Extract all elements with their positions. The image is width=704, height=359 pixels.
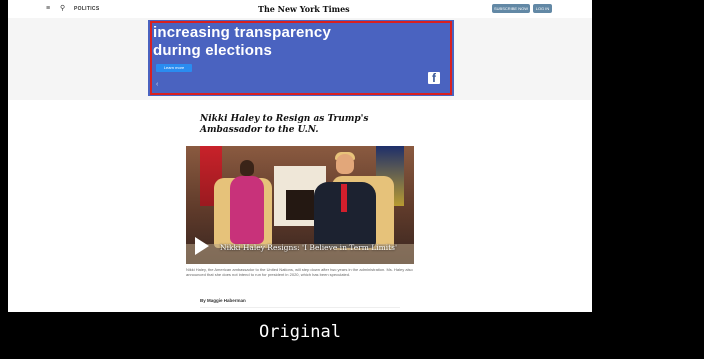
article-headline[interactable]: Nikki Haley to Resign as Trump's Ambassa… — [200, 114, 400, 136]
site-logo[interactable]: The New York Times — [258, 4, 350, 14]
divider — [200, 307, 400, 308]
ad-banner-container: increasing transparency during elections… — [8, 18, 592, 100]
search-icon[interactable]: ⚲ — [60, 4, 65, 12]
fireplace-opening-image — [286, 190, 314, 220]
section-link-politics[interactable]: POLITICS — [74, 6, 99, 12]
man-head-image — [336, 154, 354, 174]
ad-highlight-outline — [150, 21, 452, 95]
original-label: Original — [259, 322, 341, 342]
video-title[interactable]: Nikki Haley Resigns: 'I Believe in Term … — [220, 243, 397, 252]
browser-page: ≡ ⚲ POLITICS The New York Times SUBSCRIB… — [8, 0, 592, 312]
video-player[interactable]: Nikki Haley Resigns: 'I Believe in Term … — [186, 146, 414, 264]
menu-icon[interactable]: ≡ — [46, 5, 50, 12]
login-button[interactable]: LOG IN — [533, 4, 552, 13]
red-tie-image — [341, 184, 347, 212]
play-icon[interactable] — [195, 237, 209, 255]
subscribe-button[interactable]: SUBSCRIBE NOW — [492, 4, 530, 13]
woman-figure-image — [230, 176, 264, 244]
top-navigation-bar: ≡ ⚲ POLITICS The New York Times SUBSCRIB… — [8, 0, 592, 19]
article-byline[interactable]: By Maggie Haberman — [200, 298, 246, 303]
photo-caption: Nikki Haley, the American ambassador to … — [186, 267, 413, 277]
woman-head-image — [240, 160, 254, 176]
